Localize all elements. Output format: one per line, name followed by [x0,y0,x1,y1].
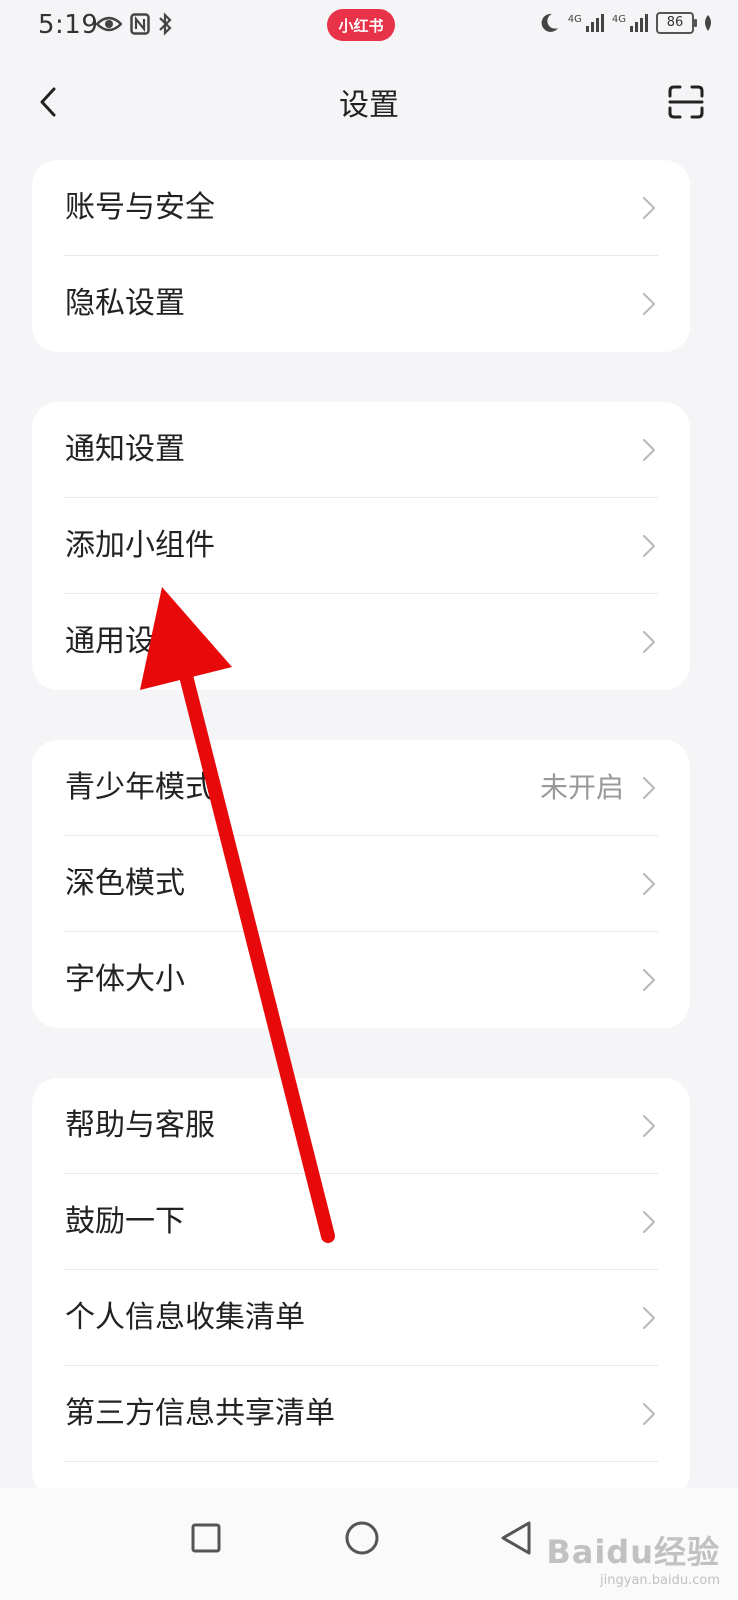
settings-item-label: 个人信息收集清单 [65,1300,305,1335]
settings-item-label: 通用设置 [65,624,185,659]
chevron-right-icon [642,438,656,462]
circle-icon [345,1521,379,1555]
settings-group-general: 通知设置 添加小组件 通用设置 [32,402,690,690]
settings-item-font-size[interactable]: 字体大小 [32,932,690,1028]
settings-item-add-widget[interactable]: 添加小组件 [32,498,690,594]
chevron-right-icon [642,1210,656,1234]
page-title: 设置 [339,88,399,123]
square-icon [191,1523,221,1553]
settings-group-display: 青少年模式 未开启 深色模式 字体大小 [32,740,690,1028]
network-label-2: 4G [611,14,626,25]
settings-item-account-security[interactable]: 账号与安全 [32,160,690,256]
moon-icon [541,13,558,32]
settings-item-privacy[interactable]: 隐私设置 [32,256,690,352]
settings-group-account: 账号与安全 隐私设置 [32,160,690,352]
settings-item-general[interactable]: 通用设置 [32,594,690,690]
chevron-right-icon [642,1306,656,1330]
status-bar: 5:19 小红书 4G 4G 86 [0,0,738,52]
watermark-url: jingyan.baidu.com [600,1573,720,1588]
eye-icon [96,16,122,32]
settings-item-third-party-list[interactable]: 第三方信息共享清单 [32,1366,690,1462]
chevron-right-icon [642,534,656,558]
scan-icon [668,85,704,119]
settings-item-notifications[interactable]: 通知设置 [32,402,690,498]
settings-item-value: 未开启 [539,771,624,804]
nfc-icon [130,13,150,35]
watermark-logo: Baidu经验 [546,1533,720,1571]
leaf-icon [705,15,711,31]
settings-item-label: 添加小组件 [65,528,215,563]
battery-indicator: 86 [656,12,697,34]
settings-item-label: 字体大小 [65,962,185,997]
back-nav-button[interactable] [486,1508,546,1568]
settings-group-support: 帮助与客服 鼓励一下 个人信息收集清单 第三方信息共享清单 [32,1078,690,1498]
settings-item-label: 通知设置 [65,432,185,467]
home-button[interactable] [332,1508,392,1568]
settings-item-label: 账号与安全 [65,190,215,225]
divider [64,1461,658,1462]
triangle-back-icon [501,1521,531,1555]
app-badge: 小红书 [327,9,395,41]
settings-item-label: 青少年模式 [65,770,215,805]
status-left-icons [96,12,172,36]
chevron-right-icon [642,1114,656,1138]
recent-apps-button[interactable] [176,1508,236,1568]
scan-button[interactable] [664,80,708,124]
settings-item-rate[interactable]: 鼓励一下 [32,1174,690,1270]
settings-item-label: 鼓励一下 [65,1204,185,1239]
settings-item-label: 第三方信息共享清单 [65,1396,335,1431]
status-right-icons: 4G 4G 86 [538,12,714,34]
bluetooth-icon [159,12,172,36]
settings-item-label: 隐私设置 [65,286,185,321]
chevron-right-icon [642,776,656,800]
chevron-right-icon [642,872,656,896]
signal-2: 4G [612,14,648,32]
settings-item-label: 深色模式 [65,866,185,901]
settings-item-help[interactable]: 帮助与客服 [32,1078,690,1174]
watermark: Baidu经验 jingyan.baidu.com [546,1527,720,1588]
chevron-right-icon [642,630,656,654]
chevron-right-icon [642,292,656,316]
network-label-1: 4G [567,14,582,25]
settings-item-label: 帮助与客服 [65,1108,215,1143]
settings-item-personal-info-list[interactable]: 个人信息收集清单 [32,1270,690,1366]
settings-item-dark-mode[interactable]: 深色模式 [32,836,690,932]
chevron-right-icon [642,968,656,992]
chevron-right-icon [642,1402,656,1426]
status-time: 5:19 [38,10,99,40]
nav-bar: 设置 [0,62,738,142]
signal-1: 4G [568,14,604,32]
settings-item-teen-mode[interactable]: 青少年模式 未开启 [32,740,690,836]
chevron-right-icon [642,196,656,220]
